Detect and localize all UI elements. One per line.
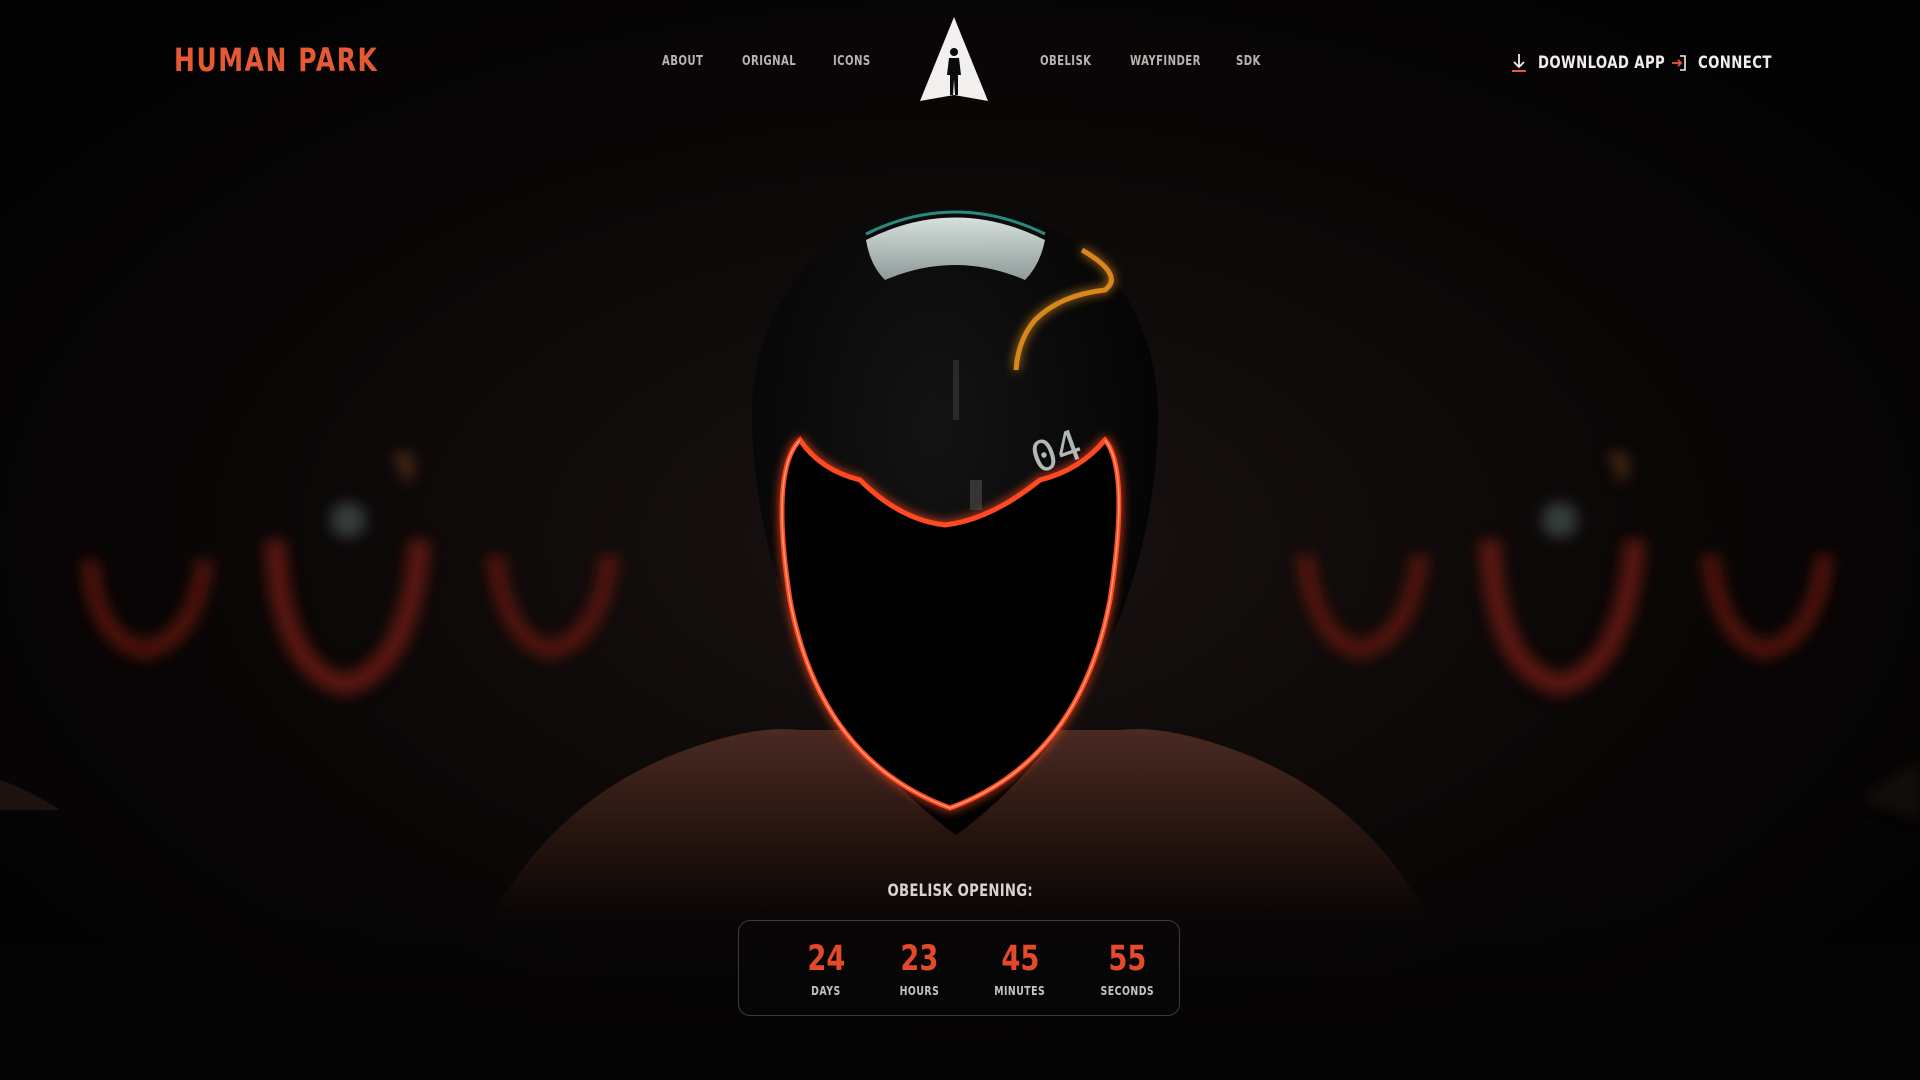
countdown-label: SECONDS <box>1100 984 1154 998</box>
nav-link-about[interactable]: ABOUT <box>662 54 703 69</box>
login-arrow-icon <box>1670 53 1688 73</box>
hero-artwork: 04 <box>0 0 1920 1080</box>
countdown-panel: 24 DAYS 23 HOURS 45 MINUTES 55 SECONDS <box>738 920 1180 1016</box>
nav-link-icons[interactable]: ICONS <box>833 54 871 69</box>
countdown-label: HOURS <box>899 984 939 998</box>
countdown-value: 45 <box>1000 939 1040 979</box>
obelisk-figure-logo-icon[interactable] <box>918 15 990 105</box>
countdown-value: 55 <box>1107 939 1147 979</box>
countdown-hours: 23 HOURS <box>864 921 974 1015</box>
brand-logo-text[interactable]: HUMAN PARK <box>174 41 378 79</box>
connect-label: CONNECT <box>1698 53 1772 73</box>
nav-link-wayfinder[interactable]: WAYFINDER <box>1130 54 1201 69</box>
download-app-label: DOWNLOAD APP <box>1538 53 1666 73</box>
countdown-label: MINUTES <box>994 984 1046 998</box>
countdown-title: OBELISK OPENING: <box>887 881 1033 901</box>
nav-link-obelisk[interactable]: OBELISK <box>1040 54 1091 69</box>
countdown-value: 23 <box>899 939 939 979</box>
download-icon <box>1510 53 1528 73</box>
page: 04 HUMAN PARK ABOUT ORIGNAL ICONS OBELIS… <box>0 0 1920 1080</box>
countdown-seconds: 55 SECONDS <box>1072 921 1182 1015</box>
countdown-minutes: 45 MINUTES <box>965 921 1075 1015</box>
nav-link-sdk[interactable]: SDK <box>1236 54 1261 69</box>
nav-link-orignal[interactable]: ORIGNAL <box>742 54 796 69</box>
connect-button[interactable]: CONNECT <box>1670 50 1793 76</box>
site-header: HUMAN PARK ABOUT ORIGNAL ICONS OBELISK W… <box>0 0 1920 125</box>
